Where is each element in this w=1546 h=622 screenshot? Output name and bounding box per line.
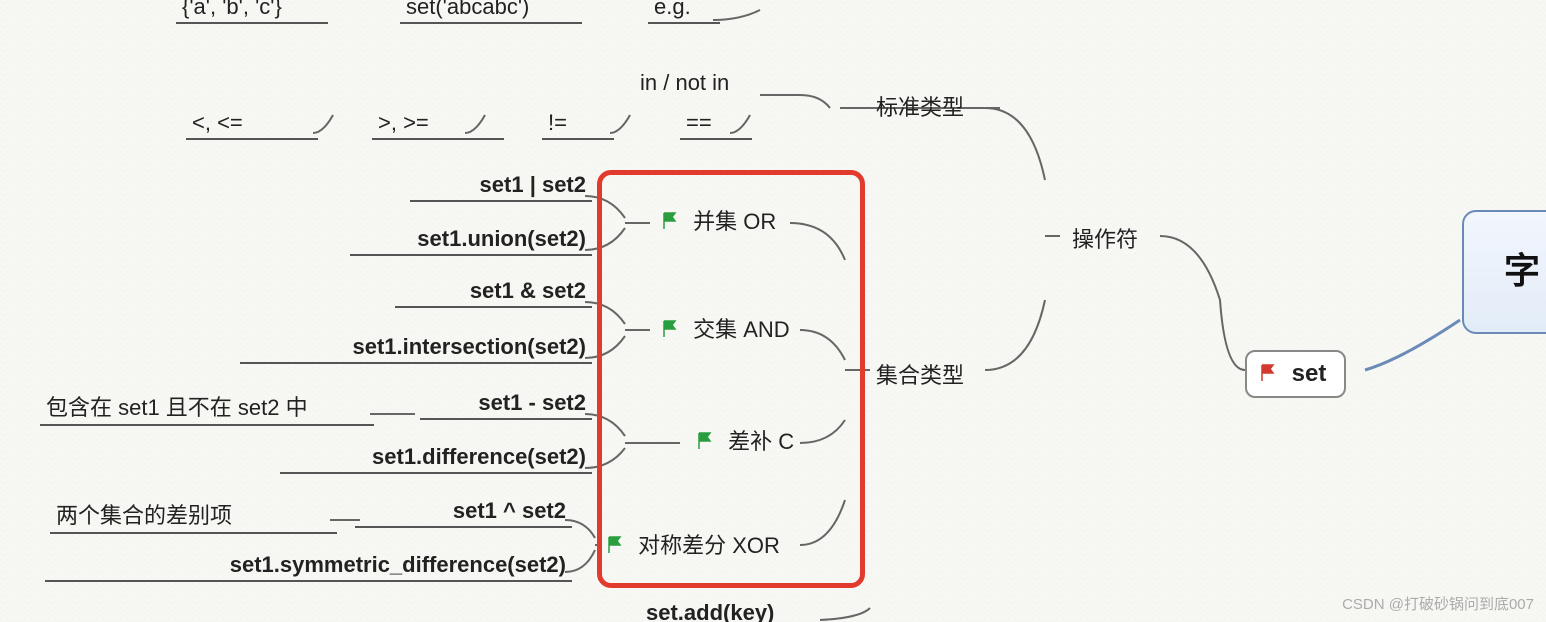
flag-icon [661, 319, 681, 339]
node-set-constructor: set('abcabc') [400, 0, 582, 24]
node-union-label-text: 并集 OR [693, 209, 776, 234]
node-intersection-function: set1.intersection(set2) [240, 334, 592, 364]
node-symmetric-label-text: 对称差分 XOR [638, 533, 780, 558]
node-difference-desc: 包含在 set1 且不在 set2 中 [40, 390, 374, 426]
node-in-notin: in / not in [634, 70, 735, 98]
flag-icon [696, 431, 716, 451]
node-ne: != [542, 110, 614, 140]
flag-icon [1259, 363, 1279, 383]
node-eg: e.g. [648, 0, 720, 24]
watermark: CSDN @打破砂锅问到底007 [1342, 593, 1534, 614]
node-symmetric-operator: set1 ^ set2 [355, 498, 572, 528]
node-standard-type: 标准类型 [870, 90, 970, 124]
node-set-root[interactable]: set [1245, 350, 1346, 398]
node-union-function: set1.union(set2) [350, 226, 592, 256]
flag-icon [661, 211, 681, 231]
node-intersection-operator: set1 & set2 [395, 278, 592, 308]
node-difference-function: set1.difference(set2) [280, 444, 592, 474]
node-difference-operator: set1 - set2 [420, 390, 592, 420]
node-union-label: 并集 OR [655, 204, 782, 238]
node-symmetric-desc: 两个集合的差别项 [50, 498, 337, 534]
node-set-root-text: set [1292, 360, 1327, 387]
node-intersection-label: 交集 AND [655, 312, 796, 346]
node-root-topic[interactable]: 字 [1462, 210, 1546, 334]
node-intersection-label-text: 交集 AND [693, 317, 790, 342]
node-set-literal: {'a', 'b', 'c'} [176, 0, 328, 24]
node-gt-ge: >, >= [372, 110, 504, 140]
flag-icon [606, 535, 626, 555]
node-symmetric-label: 对称差分 XOR [600, 528, 786, 562]
node-symmetric-function: set1.symmetric_difference(set2) [45, 552, 572, 582]
node-root-topic-text: 字 [1504, 250, 1540, 291]
node-set-type: 集合类型 [870, 358, 970, 392]
node-difference-label-text: 差补 C [728, 429, 794, 454]
node-eq: == [680, 110, 752, 140]
node-operators: 操作符 [1066, 222, 1144, 256]
node-lt-le: <, <= [186, 110, 318, 140]
node-set-add: set.add(key) [640, 600, 780, 622]
node-difference-label: 差补 C [690, 424, 800, 458]
node-union-operator: set1 | set2 [410, 172, 592, 202]
